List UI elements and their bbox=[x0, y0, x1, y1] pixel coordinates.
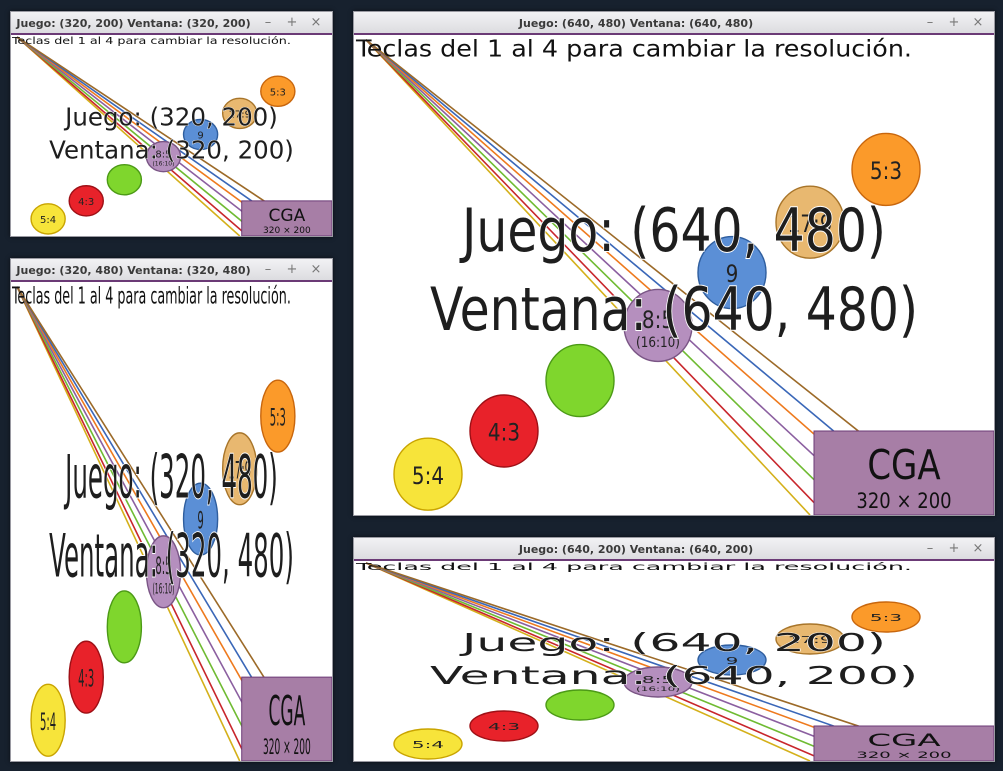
game-canvas: 5:4 4:3 8:5 (16:10) 9 17:9 5:3 Teclas del 1 al … bbox=[11, 35, 332, 236]
cga-badge: CGA320 × 200 bbox=[814, 431, 994, 515]
window-resolution-label: Ventana: (320, 480) bbox=[49, 520, 294, 590]
game-window-640x480[interactable]: Juego: (640, 480) Ventana: (640, 480) – … bbox=[353, 11, 995, 516]
minimize-icon[interactable]: – bbox=[922, 15, 938, 31]
badge-subtitle: 320 × 200 bbox=[856, 750, 951, 760]
maximize-icon[interactable]: + bbox=[284, 15, 300, 31]
game-canvas: 5:4 4:3 8:5 (16:10) 9 17:9 5:3 Teclas del 1 al … bbox=[354, 561, 994, 761]
minimize-icon[interactable]: – bbox=[922, 541, 938, 557]
game-resolution-label: Juego: (320, 480) bbox=[64, 441, 278, 511]
close-icon[interactable]: × bbox=[308, 262, 324, 278]
ratio-label: 5:3 bbox=[270, 405, 286, 432]
ratio-circle: 4:3 bbox=[69, 641, 103, 713]
ratio-circle: 5:4 bbox=[31, 684, 65, 756]
ratio-circle: 5:4 bbox=[394, 729, 462, 759]
ratio-label: 5:4 bbox=[412, 462, 444, 490]
cga-badge: CGA320 × 200 bbox=[814, 726, 994, 761]
ratio-label: 5:4 bbox=[40, 709, 56, 736]
ratio-label: 5:4 bbox=[40, 215, 56, 226]
window-title: Juego: (640, 200) Ventana: (640, 200) bbox=[518, 543, 754, 556]
ratio-circle: 4:3 bbox=[470, 711, 538, 741]
game-resolution-label: Juego: (320, 200) bbox=[63, 102, 278, 131]
cga-badge: CGA320 × 200 bbox=[242, 201, 332, 236]
cga-badge: CGA320 × 200 bbox=[242, 677, 332, 761]
minimize-icon[interactable]: – bbox=[260, 262, 276, 278]
scene: 5:44:38:5(16:10)917:95:3Teclas del 1 al … bbox=[355, 36, 994, 515]
scene: 5:44:38:5(16:10)917:95:3Teclas del 1 al … bbox=[11, 36, 332, 236]
maximize-icon[interactable]: + bbox=[946, 15, 962, 31]
ratio-circle: 5:4 bbox=[394, 438, 462, 510]
game-window-320x480[interactable]: Juego: (320, 480) Ventana: (320, 480) – … bbox=[10, 258, 333, 762]
ratio-circle bbox=[107, 591, 141, 663]
ratio-label: 4:3 bbox=[78, 197, 94, 208]
badge-title: CGA bbox=[867, 441, 941, 489]
ratio-label: 5:3 bbox=[270, 87, 286, 98]
title-bar[interactable]: Juego: (640, 480) Ventana: (640, 480) – … bbox=[354, 12, 994, 35]
title-bar[interactable]: Juego: (320, 200) Ventana: (320, 200) – … bbox=[11, 12, 332, 35]
hint-text: Teclas del 1 al 4 para cambiar la resolu… bbox=[11, 284, 291, 310]
hint-text: Teclas del 1 al 4 para cambiar la resolu… bbox=[355, 36, 912, 62]
game-resolution-label: Juego: (640, 480) bbox=[459, 197, 886, 267]
ratio-label: 5:3 bbox=[870, 612, 902, 624]
ratio-circle: 5:3 bbox=[852, 133, 920, 205]
close-icon[interactable]: × bbox=[970, 541, 986, 557]
ratio-label: 4:3 bbox=[488, 419, 520, 447]
window-resolution-label: Ventana: (640, 480) bbox=[430, 276, 918, 346]
game-resolution-label: Juego: (640, 200) bbox=[458, 628, 886, 657]
game-window-640x200[interactable]: Juego: (640, 200) Ventana: (640, 200) – … bbox=[353, 537, 995, 762]
game-canvas: 5:4 4:3 8:5 (16:10) 9 17:9 5:3 Teclas del 1 al … bbox=[11, 282, 332, 761]
scene: 5:44:38:5(16:10)917:95:3Teclas del 1 al … bbox=[354, 561, 994, 761]
ratio-circle: 4:3 bbox=[69, 186, 103, 216]
ratio-circle bbox=[107, 165, 141, 195]
window-resolution-label: Ventana: (320, 200) bbox=[49, 136, 294, 165]
title-bar[interactable]: Juego: (640, 200) Ventana: (640, 200) – … bbox=[354, 538, 994, 561]
scene: 5:44:38:5(16:10)917:95:3Teclas del 1 al … bbox=[11, 284, 332, 761]
ratio-label: 5:3 bbox=[870, 157, 902, 185]
maximize-icon[interactable]: + bbox=[946, 541, 962, 557]
ratio-circle: 5:4 bbox=[31, 204, 65, 234]
window-title: Juego: (320, 480) Ventana: (320, 480) bbox=[16, 264, 251, 277]
badge-title: CGA bbox=[268, 689, 305, 736]
maximize-icon[interactable]: + bbox=[284, 262, 300, 278]
minimize-icon[interactable]: – bbox=[260, 15, 276, 31]
window-title: Juego: (320, 200) Ventana: (320, 200) bbox=[16, 17, 251, 30]
game-canvas: 5:4 4:3 8:5 (16:10) 9 17:9 5:3 Teclas del 1 al … bbox=[354, 35, 994, 515]
badge-subtitle: 320 × 200 bbox=[856, 488, 951, 513]
badge-title: CGA bbox=[867, 731, 941, 751]
ratio-circle: 4:3 bbox=[470, 395, 538, 467]
window-title: Juego: (640, 480) Ventana: (640, 480) bbox=[518, 17, 754, 30]
hint-text: Teclas del 1 al 4 para cambiar la resolu… bbox=[11, 36, 291, 47]
ratio-circle bbox=[546, 345, 614, 417]
game-window-320x200[interactable]: Juego: (320, 200) Ventana: (320, 200) – … bbox=[10, 11, 333, 237]
close-icon[interactable]: × bbox=[308, 15, 324, 31]
ratio-label: 4:3 bbox=[488, 721, 520, 733]
ratio-circle bbox=[546, 690, 614, 720]
badge-title: CGA bbox=[268, 206, 305, 226]
badge-subtitle: 320 × 200 bbox=[263, 734, 311, 759]
window-resolution-label: Ventana: (640, 200) bbox=[430, 661, 918, 690]
title-bar[interactable]: Juego: (320, 480) Ventana: (320, 480) – … bbox=[11, 259, 332, 282]
close-icon[interactable]: × bbox=[970, 15, 986, 31]
ratio-label: 4:3 bbox=[78, 666, 94, 693]
badge-subtitle: 320 × 200 bbox=[263, 226, 311, 236]
ratio-label: 5:4 bbox=[412, 739, 444, 751]
hint-text: Teclas del 1 al 4 para cambiar la resolu… bbox=[354, 561, 912, 572]
